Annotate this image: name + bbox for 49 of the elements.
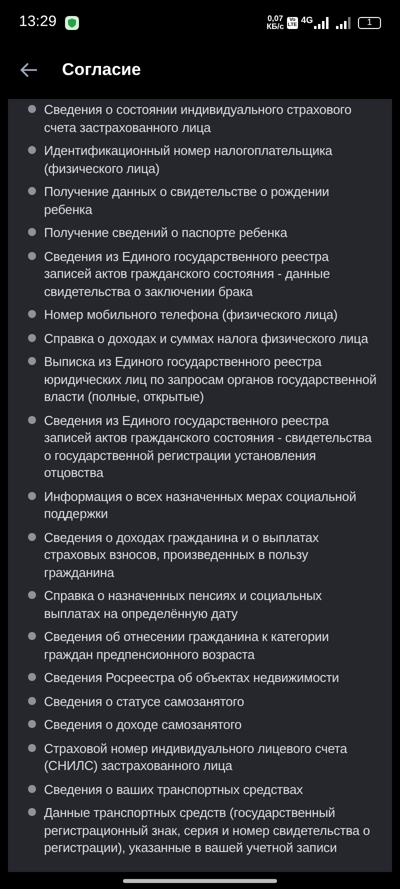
bullet-icon xyxy=(28,492,36,500)
consent-item: Идентификационный номер налогоплательщика (физического лица) xyxy=(44,142,334,177)
bullet-icon xyxy=(28,744,36,752)
signal-icon xyxy=(336,16,352,28)
consent-item: Сведения о доходе самозанятого xyxy=(44,716,242,734)
bullet-icon xyxy=(28,808,36,816)
consent-item: Справка о доходах и суммах налога физического лица xyxy=(44,330,368,347)
consent-item: Получение данных о свидетельстве о рождении ребенка xyxy=(44,183,330,218)
data-speed-value: 0,07 xyxy=(267,14,284,22)
bullet-icon xyxy=(28,105,36,113)
bullet-icon xyxy=(28,673,36,681)
consent-item: Номер мобильного телефона (физического лица) xyxy=(44,306,338,324)
consent-item: Сведения о ваших транспортных средствах xyxy=(44,780,303,798)
consent-item: Получение сведений о паспорте ребенка xyxy=(44,224,288,242)
bullet-icon xyxy=(28,696,36,704)
bullet-icon xyxy=(28,187,36,195)
bullet-icon xyxy=(28,532,36,540)
bullet-icon xyxy=(28,334,36,342)
consent-item: Сведения о статусе самозанятого xyxy=(44,692,244,710)
data-speed-unit: КБ/с xyxy=(266,22,284,30)
bullet-icon xyxy=(28,784,36,792)
home-indicator[interactable] xyxy=(123,878,277,882)
bullet-icon xyxy=(28,146,36,154)
consent-item: Сведения из Единого государственного реестра записей актов гражданского состояния - данные свидетельства о заключении брака xyxy=(44,248,331,300)
consent-item: Страховой номер индивидуального лицевого счета (СНИЛС) застрахованного лица xyxy=(44,740,348,774)
back-arrow-icon[interactable] xyxy=(20,62,38,78)
bullet-icon xyxy=(28,416,36,424)
bullet-icon xyxy=(28,310,36,318)
battery-indicator: 1 xyxy=(358,16,381,28)
consent-item: Сведения о состоянии индивидуального страхового счета застрахованного лица xyxy=(44,101,352,136)
network-type: 4G xyxy=(300,14,313,27)
consent-item: Сведения об отнесении гражданина к категории граждан предпенсионного возраста xyxy=(44,628,330,663)
consent-item: Справка о назначенных пенсиях и социальных выплатах на определённую дату xyxy=(44,587,323,622)
bullet-icon xyxy=(28,228,36,236)
bullet-icon xyxy=(28,357,36,365)
bullet-icon xyxy=(28,252,36,260)
bullet-icon xyxy=(28,591,36,599)
consent-item: Сведения из Единого государственного реестра записей актов гражданского состояния - свидетельства о государственной регистрации установления отцовства xyxy=(44,412,373,482)
page-title: Согласие xyxy=(62,59,141,82)
signal-icon xyxy=(314,16,330,28)
consent-item: Данные транспортных средств (государственный регистрационный знак, серия и номер свидетельства о регистрации), указанные в вашей учетной записи xyxy=(44,804,371,856)
shield-icon xyxy=(64,16,79,30)
status-time: 13:29 xyxy=(19,12,57,32)
bullet-icon xyxy=(28,632,36,640)
consent-item: Сведения Росреестра об объектах недвижимости xyxy=(44,669,340,686)
consent-item: Информация о всех назначенных мерах социальной поддержки xyxy=(44,488,358,522)
bullet-icon xyxy=(28,720,36,728)
consent-item: Сведения о доходах гражданина и о выплатах страховых взносов, произведенных в пользу гражданина xyxy=(44,528,320,581)
consent-item: Выписка из Единого государственного реестра юридических лиц по запросам органов государственной власти (полные, открытые) xyxy=(44,353,378,406)
